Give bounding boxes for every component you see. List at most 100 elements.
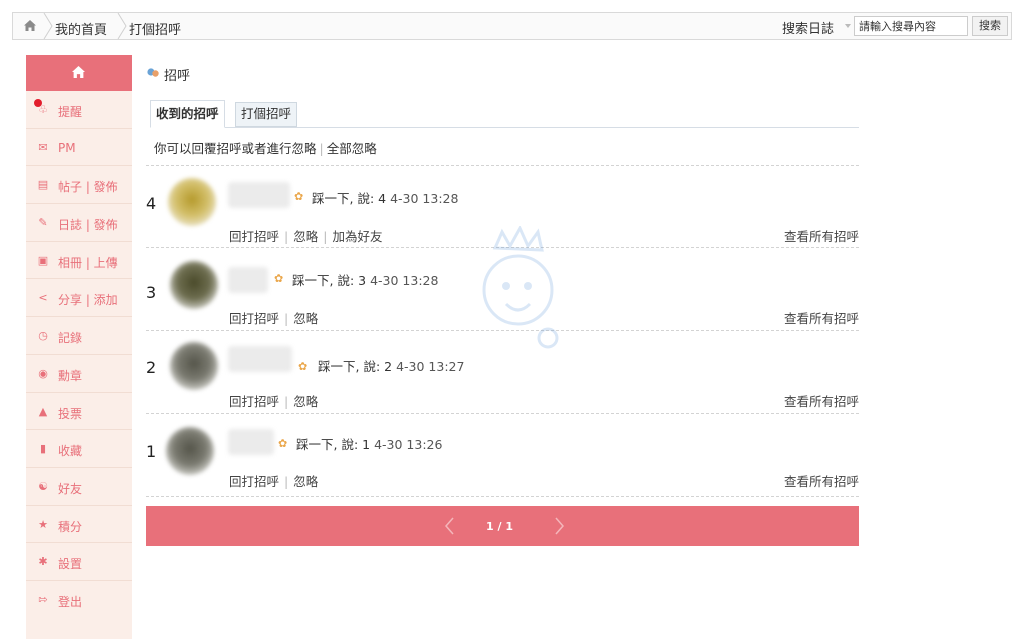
home-icon	[72, 66, 85, 78]
sidebar-item-label: PM	[58, 140, 76, 155]
greeting-item: 4 ✿ 踩一下, 說: 4 4-30 13:28 回打招呼 | 忽略 | 加為好友 查看所…	[146, 166, 859, 248]
sidebar: ♧ 提醒 ✉ PM ▤ 帖子 | 發佈 ✎ 日誌 | 發佈 ▣ 相冊 | 上傳 …	[26, 55, 132, 639]
ignore-link[interactable]: 忽略	[293, 394, 318, 409]
sidebar-item-label: 勳章	[58, 368, 83, 383]
logout-icon: ⇰	[38, 592, 48, 606]
page-indicator: 1 / 1	[486, 520, 513, 533]
sidebar-item-label: 登出	[58, 594, 83, 609]
sidebar-item-medals[interactable]: ◉ 勳章	[26, 355, 132, 393]
ignore-link[interactable]: 忽略	[293, 474, 318, 489]
sidebar-item-vote[interactable]: ▲ 投票	[26, 393, 132, 431]
sidebar-item-blog[interactable]: ✎ 日誌 | 發佈	[26, 204, 132, 242]
sidebar-item-friends[interactable]: ☯ 好友	[26, 468, 132, 506]
sidebar-item-label: 積分	[58, 519, 83, 534]
sidebar-item-share[interactable]: < 分享 | 添加	[26, 279, 132, 318]
pen-icon: ✎	[38, 216, 48, 230]
chevron-left-icon[interactable]	[440, 514, 460, 538]
sidebar-item-label: 投票	[58, 406, 83, 421]
sidebar-item-label: 分享 | 添加	[58, 293, 118, 308]
username-link[interactable]	[228, 267, 268, 293]
paw-icon: ✿	[274, 272, 284, 285]
page-title-text: 招呼	[164, 69, 191, 84]
avatar[interactable]	[166, 427, 214, 475]
album-icon: ▣	[37, 253, 49, 267]
sidebar-item-logout[interactable]: ⇰ 登出	[26, 581, 132, 619]
avatar[interactable]	[170, 261, 218, 309]
pagination-bar: 1 / 1	[146, 506, 859, 546]
paw-icon: ✿	[294, 190, 304, 203]
paw-icon: ✿	[298, 360, 308, 373]
sidebar-item-history[interactable]: ◷ 記錄	[26, 317, 132, 355]
avatar[interactable]	[168, 178, 216, 226]
greeting-actions: 回打招呼 | 忽略	[229, 474, 319, 489]
username-link[interactable]	[228, 429, 274, 455]
greeting-time: 4-30 13:27	[396, 359, 465, 374]
breadcrumb-current[interactable]: 打個招呼	[129, 19, 181, 38]
ignore-link[interactable]: 忽略	[293, 311, 318, 326]
greeting-message: 踩一下, 說: 3 4-30 13:28	[292, 270, 438, 289]
chevron-down-icon[interactable]	[845, 24, 851, 28]
reply-greeting-link[interactable]: 回打招呼	[229, 311, 279, 326]
trophy-icon: ★	[38, 517, 48, 531]
paw-icon: ✿	[278, 437, 288, 450]
sidebar-home-button[interactable]	[26, 55, 132, 91]
greeting-message-text: 踩一下, 說: 3	[292, 273, 367, 288]
vote-icon: ▲	[38, 404, 48, 418]
sidebar-item-album[interactable]: ▣ 相冊 | 上傳	[26, 242, 132, 280]
breadcrumb-separator	[117, 13, 127, 39]
greeting-number: 1	[146, 442, 157, 461]
sidebar-item-label: 相冊 | 上傳	[58, 255, 118, 270]
sidebar-item-pm[interactable]: ✉ PM	[26, 129, 132, 167]
add-friend-link[interactable]: 加為好友	[332, 229, 382, 244]
search-type-select[interactable]: 搜索日誌	[782, 18, 834, 37]
tab-bar: 收到的招呼 打個招呼	[150, 100, 859, 128]
sidebar-item-notifications[interactable]: ♧ 提醒	[26, 91, 132, 129]
view-all-greetings-link[interactable]: 查看所有招呼	[784, 391, 859, 410]
greeting-message: 踩一下, 說: 4 4-30 13:28	[312, 188, 458, 207]
sidebar-item-posts[interactable]: ▤ 帖子 | 發佈	[26, 166, 132, 205]
greeting-message: 踩一下, 說: 1 4-30 13:26	[296, 434, 442, 453]
sidebar-item-label: 記錄	[58, 331, 83, 346]
greeting-actions: 回打招呼 | 忽略	[229, 311, 319, 326]
greeting-actions: 回打招呼 | 忽略	[229, 394, 319, 409]
greeting-number: 3	[146, 283, 157, 302]
document-icon: ▤	[37, 178, 49, 192]
medal-icon: ◉	[38, 366, 48, 380]
search-button[interactable]: 搜索	[972, 16, 1008, 36]
greeting-icon	[147, 68, 159, 77]
ignore-link[interactable]: 忽略	[293, 229, 318, 244]
breadcrumb-separator	[43, 13, 53, 39]
reply-greeting-link[interactable]: 回打招呼	[229, 229, 279, 244]
greeting-number: 4	[146, 194, 157, 213]
view-all-greetings-link[interactable]: 查看所有招呼	[784, 471, 859, 490]
history-icon: ◷	[38, 329, 48, 343]
breadcrumb-home[interactable]	[13, 13, 47, 39]
sidebar-item-favorites[interactable]: ▮ 收藏	[26, 430, 132, 468]
tab-send-greeting[interactable]: 打個招呼	[235, 102, 298, 127]
hint-row: 你可以回覆招呼或者進行忽略 | 全部忽略	[154, 138, 377, 157]
greeting-number: 2	[146, 358, 157, 377]
greeting-actions: 回打招呼 | 忽略 | 加為好友	[229, 229, 383, 244]
username-link[interactable]	[228, 182, 290, 208]
chevron-right-icon[interactable]	[549, 514, 569, 538]
sidebar-item-settings[interactable]: ✱ 設置	[26, 543, 132, 581]
breadcrumb-my-home[interactable]: 我的首頁	[55, 19, 107, 38]
sidebar-item-label: 設置	[58, 557, 83, 572]
view-all-greetings-link[interactable]: 查看所有招呼	[784, 308, 859, 327]
reply-greeting-link[interactable]: 回打招呼	[229, 394, 279, 409]
mail-icon: ✉	[38, 140, 48, 154]
sidebar-item-points[interactable]: ★ 積分	[26, 506, 132, 544]
search-input[interactable]	[854, 16, 968, 36]
sidebar-item-label: 好友	[58, 481, 83, 496]
home-icon	[24, 20, 36, 31]
tab-received-greetings[interactable]: 收到的招呼	[150, 100, 225, 128]
greeting-message-text: 踩一下, 說: 2	[318, 359, 393, 374]
avatar[interactable]	[170, 342, 218, 390]
username-link[interactable]	[228, 346, 292, 372]
greeting-time: 4-30 13:28	[370, 273, 439, 288]
gear-icon: ✱	[38, 555, 48, 569]
view-all-greetings-link[interactable]: 查看所有招呼	[784, 226, 859, 245]
ignore-all-link[interactable]: 全部忽略	[327, 141, 377, 156]
share-icon: <	[38, 291, 48, 305]
reply-greeting-link[interactable]: 回打招呼	[229, 474, 279, 489]
